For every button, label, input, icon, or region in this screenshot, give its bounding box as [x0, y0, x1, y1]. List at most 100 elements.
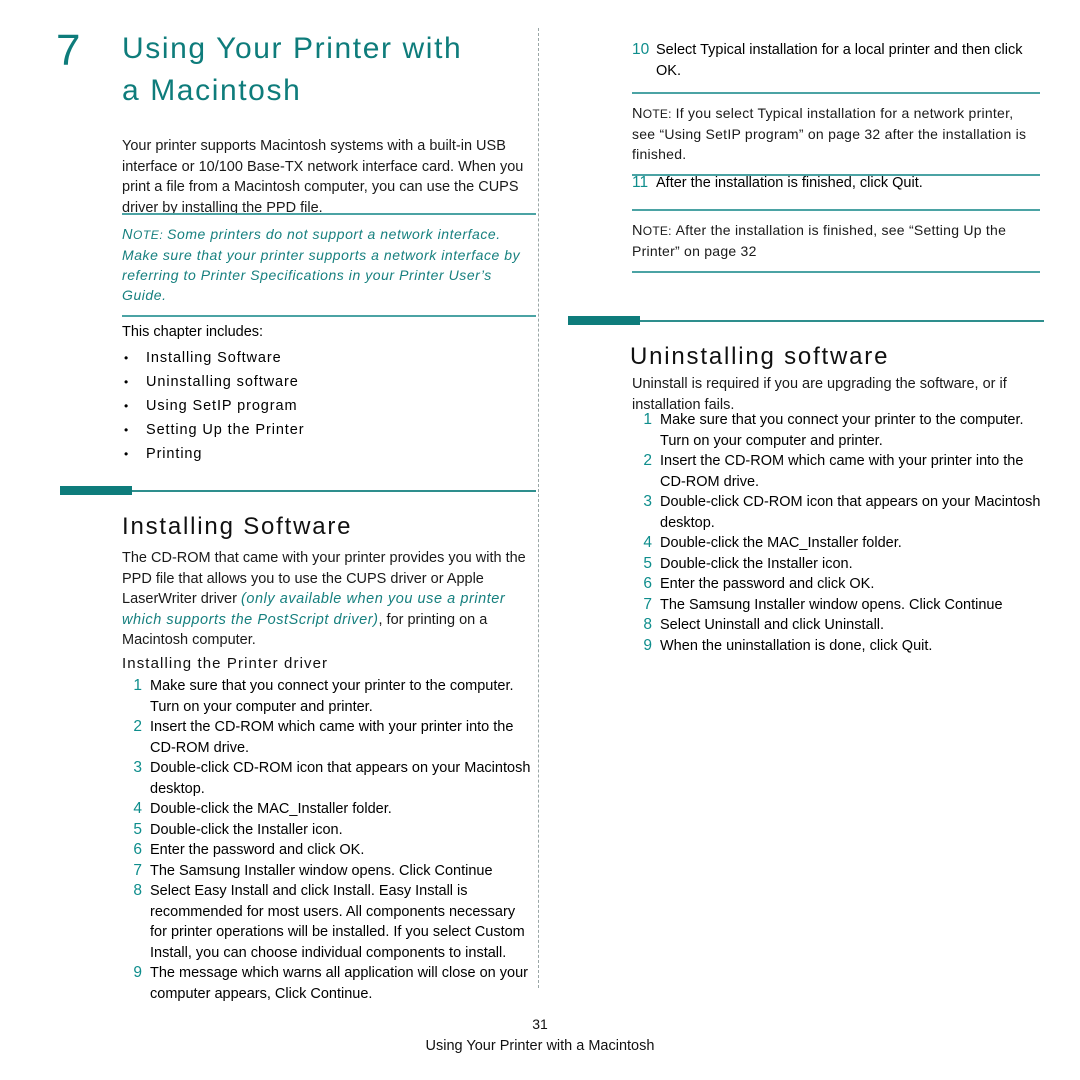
step-number: 3: [643, 493, 652, 510]
step-number: 7: [133, 861, 142, 879]
step-number: 2: [643, 452, 652, 469]
list-item: 4 Double-click the MAC_Installer folder.: [632, 533, 1044, 554]
list-item[interactable]: Using SetIP program: [122, 394, 536, 418]
chapter-number: 7: [56, 26, 81, 75]
subheading-installing-printer-driver: Installing the Printer driver: [122, 655, 329, 672]
chapter-includes-list: This chapter includes: Installing Softwa…: [122, 322, 536, 466]
step-text: Double-click the Installer icon.: [150, 821, 343, 838]
chapter-intro-paragraph: Your printer supports Macintosh systems …: [122, 138, 524, 216]
note-typical-text: If you select Typical installation for a…: [632, 105, 1027, 162]
step-text: Select Uninstall and click Uninstall.: [660, 617, 885, 633]
step-number: 6: [133, 841, 142, 858]
column-divider: [538, 28, 539, 988]
installing-software-intro: The CD-ROM that came with your printer p…: [122, 548, 536, 651]
includes-items: Installing Software Uninstalling softwar…: [122, 346, 536, 466]
list-item: 7 The Samsung Installer window opens. Cli…: [632, 595, 1044, 616]
section-rule: [60, 486, 536, 495]
step-number: 9: [133, 964, 142, 981]
step-text: Insert the CD-ROM which came with your p…: [150, 719, 514, 756]
step-number: 3: [133, 759, 142, 776]
list-item: 7 The Samsung Installer window opens. Cli…: [122, 861, 536, 882]
page-number: 31: [532, 1016, 548, 1032]
step-number: 8: [133, 882, 142, 899]
chapter-title-line-1: Using Your Printer with: [122, 32, 463, 65]
right-steps-mid: 11 After the installation is finished, cl…: [632, 173, 1044, 194]
list-item: 8 Select Easy Install and click Install. …: [122, 881, 536, 963]
section-title: Installing Software: [122, 513, 353, 540]
list-item: 11 After the installation is finished, cl…: [632, 173, 1044, 194]
note-setting-up-printer: NOTE: After the installation is finished…: [632, 209, 1040, 273]
section-uninstalling-software: Uninstalling software: [568, 316, 1044, 372]
includes-lead: This chapter includes:: [122, 324, 264, 340]
step-text: Select Easy Install and click Install. E…: [150, 883, 525, 961]
step-number: 1: [133, 677, 142, 694]
list-item: 5 Double-click the Installer icon.: [122, 820, 536, 841]
step-text: Double-click CD-ROM icon that appears on…: [660, 494, 1041, 531]
right-steps-top: 10 Select Typical installation for a loca…: [632, 40, 1044, 81]
list-item: 2 Insert the CD-ROM which came with your …: [122, 717, 536, 758]
note-label: NOTE:: [122, 227, 164, 243]
step-number: 9: [643, 636, 652, 654]
step-text: Select Typical installation for a local …: [656, 42, 1023, 79]
step-number: 1: [643, 411, 652, 428]
list-item: 6 Enter the password and click OK.: [632, 574, 1044, 595]
installing-steps-list: 1 Make sure that you connect your printer…: [122, 676, 536, 1004]
step-number: 10: [632, 41, 650, 58]
note-network-text: Some printers do not support a network i…: [122, 226, 521, 303]
list-item[interactable]: Uninstalling software: [122, 370, 536, 394]
step-text: The Samsung Installer window opens. Clic…: [660, 596, 1003, 613]
step-text: Double-click the MAC_Installer folder.: [660, 535, 902, 551]
step-text: Enter the password and click OK.: [660, 576, 875, 592]
step-text: Double-click the MAC_Installer folder.: [150, 801, 392, 817]
step-text: Insert the CD-ROM which came with your p…: [660, 453, 1024, 490]
note-label: NOTE:: [632, 223, 672, 239]
list-item: 3 Double-click CD-ROM icon that appears o…: [122, 758, 536, 799]
step-number: 5: [133, 820, 142, 838]
list-item: 10 Select Typical installation for a loca…: [632, 40, 1044, 81]
footer-title: Using Your Printer with a Macintosh: [425, 1038, 655, 1054]
chapter-title-line-2: a Macintosh: [122, 74, 302, 107]
list-item[interactable]: Printing: [122, 442, 536, 466]
step-number: 7: [643, 595, 652, 613]
uninstalling-steps-list: 1 Make sure that you connect your printer…: [632, 410, 1044, 656]
note-typical-installation: NOTE: If you select Typical installation…: [632, 92, 1040, 176]
step-text: Make sure that you connect your printer …: [150, 678, 514, 715]
list-item: 9 The message which warns all application…: [122, 963, 536, 1004]
step-number: 8: [643, 616, 652, 633]
section-rule: [568, 316, 1044, 325]
section-title: Uninstalling software: [630, 343, 890, 370]
step-number: 5: [643, 554, 652, 572]
page-footer: 31 Using Your Printer with a Macintosh: [0, 1015, 1080, 1056]
step-number: 4: [133, 800, 142, 817]
chapter-title: Using Your Printer with a Macintosh: [122, 28, 462, 112]
chapter-header: 7 Using Your Printer with a Macintosh: [56, 28, 536, 112]
step-number: 11: [632, 174, 649, 191]
list-item: 9 When the uninstallation is done, click …: [632, 636, 1044, 657]
list-item[interactable]: Setting Up the Printer: [122, 418, 536, 442]
section-installing-software: Installing Software: [60, 486, 536, 542]
step-number: 2: [133, 718, 142, 735]
document-page: 7 Using Your Printer with a Macintosh Yo…: [0, 0, 1080, 1080]
step-number: 6: [643, 575, 652, 592]
step-text: Double-click CD-ROM icon that appears on…: [150, 760, 531, 797]
note-label: NOTE:: [632, 106, 672, 122]
step-number: 4: [643, 534, 652, 551]
section-rule-thick: [60, 486, 132, 495]
list-item: 5 Double-click the Installer icon.: [632, 554, 1044, 575]
list-item: 1 Make sure that you connect your printer…: [632, 410, 1044, 451]
step-text: Make sure that you connect your printer …: [660, 412, 1024, 449]
step-text: The Samsung Installer window opens. Clic…: [150, 862, 493, 879]
list-item[interactable]: Installing Software: [122, 346, 536, 370]
list-item: 8 Select Uninstall and click Uninstall.: [632, 615, 1044, 636]
list-item: 4 Double-click the MAC_Installer folder.: [122, 799, 536, 820]
uninstalling-intro: Uninstall is required if you are upgradi…: [632, 376, 1007, 413]
note-setup-text: After the installation is finished, see …: [632, 222, 1007, 259]
note-network-interface: NOTE: Some printers do not support a net…: [122, 213, 536, 317]
list-item: 6 Enter the password and click OK.: [122, 840, 536, 861]
step-text: Enter the password and click OK.: [150, 842, 365, 858]
step-text: After the installation is finished, clic…: [656, 175, 923, 191]
list-item: 2 Insert the CD-ROM which came with your …: [632, 451, 1044, 492]
step-text: When the uninstallation is done, click Q…: [660, 637, 933, 654]
section-rule-thick: [568, 316, 640, 325]
step-text: Double-click the Installer icon.: [660, 555, 853, 572]
